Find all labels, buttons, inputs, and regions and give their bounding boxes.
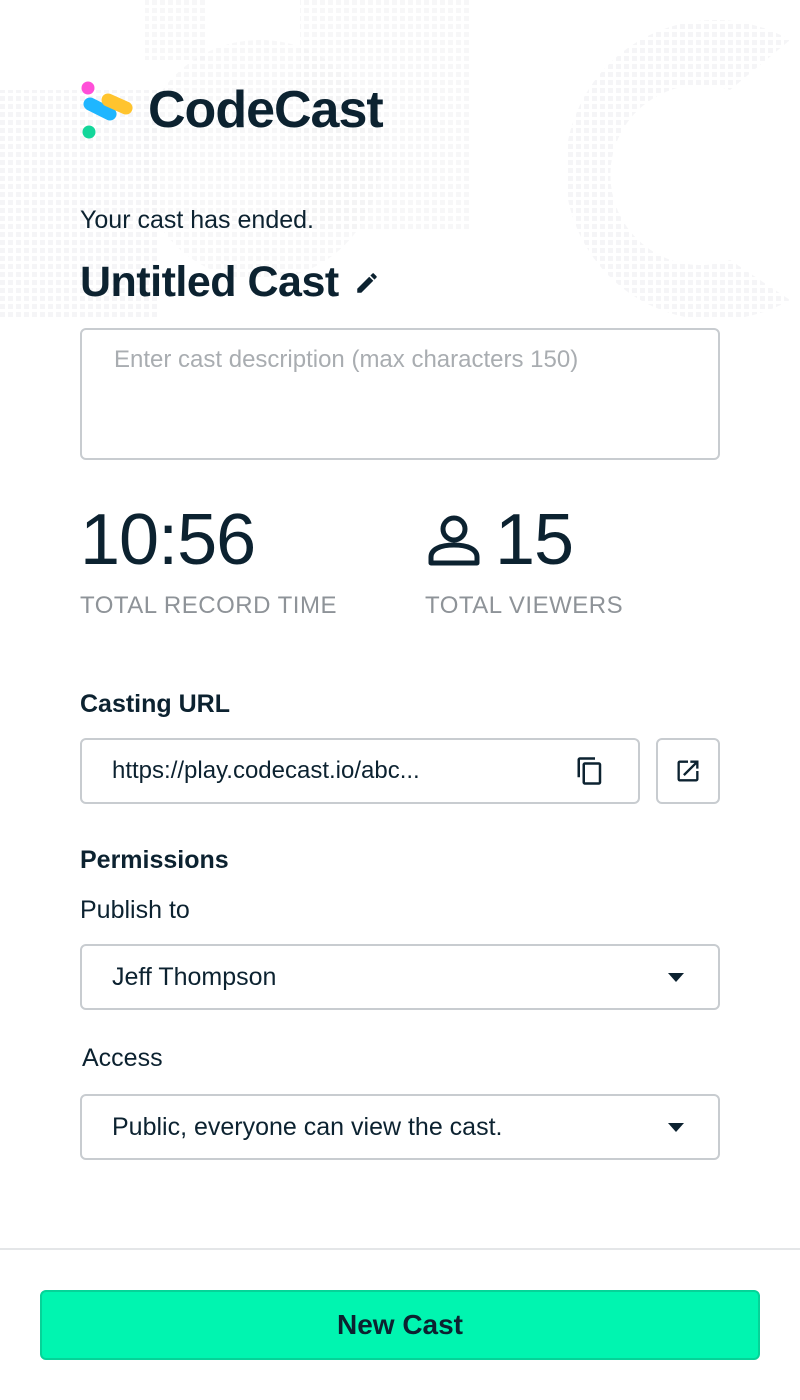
stat-record-time: 10:56 TOTAL RECORD TIME (80, 500, 337, 620)
cast-ended-message: Your cast has ended. (80, 206, 314, 234)
external-link-icon (677, 760, 699, 782)
viewers-value: 15 (495, 500, 574, 580)
viewers-value-row: 15 (425, 500, 623, 580)
access-select[interactable]: Public, everyone can view the cast. (80, 1094, 720, 1160)
user-icon (428, 515, 480, 566)
codecast-logo-icon (81, 81, 133, 139)
publish-to-select[interactable]: Jeff Thompson (80, 944, 720, 1010)
cast-title-row: Untitled Cast (80, 258, 381, 307)
casting-url-text[interactable]: https://play.codecast.io/abc... (112, 757, 572, 785)
codecast-logo: CodeCast (80, 80, 384, 140)
copy-url-button[interactable] (572, 753, 608, 789)
access-value: Public, everyone can view the cast. (112, 1112, 503, 1141)
publish-to-value: Jeff Thompson (112, 962, 277, 991)
new-cast-button[interactable]: New Cast (40, 1290, 760, 1360)
casting-url-field[interactable]: https://play.codecast.io/abc... (80, 738, 640, 804)
casting-url-label: Casting URL (80, 690, 230, 718)
chevron-down-icon (668, 972, 684, 982)
open-url-button[interactable] (656, 738, 720, 804)
viewers-label: TOTAL VIEWERS (425, 592, 624, 619)
record-time-value: 10:56 (80, 500, 256, 580)
brand-name: CodeCast (148, 81, 384, 139)
stat-viewers: 15 TOTAL VIEWERS (425, 500, 623, 620)
record-time-label: TOTAL RECORD TIME (80, 592, 337, 619)
permissions-title: Permissions (80, 846, 229, 874)
footer-divider (0, 1248, 800, 1250)
publish-to-label: Publish to (80, 896, 190, 924)
pencil-icon (356, 272, 377, 293)
copy-icon (577, 757, 602, 785)
cast-description-input[interactable] (80, 328, 720, 460)
chevron-down-icon (668, 1122, 684, 1132)
access-label: Access (82, 1044, 163, 1072)
cast-title: Untitled Cast (80, 258, 339, 306)
edit-title-button[interactable] (353, 269, 381, 297)
